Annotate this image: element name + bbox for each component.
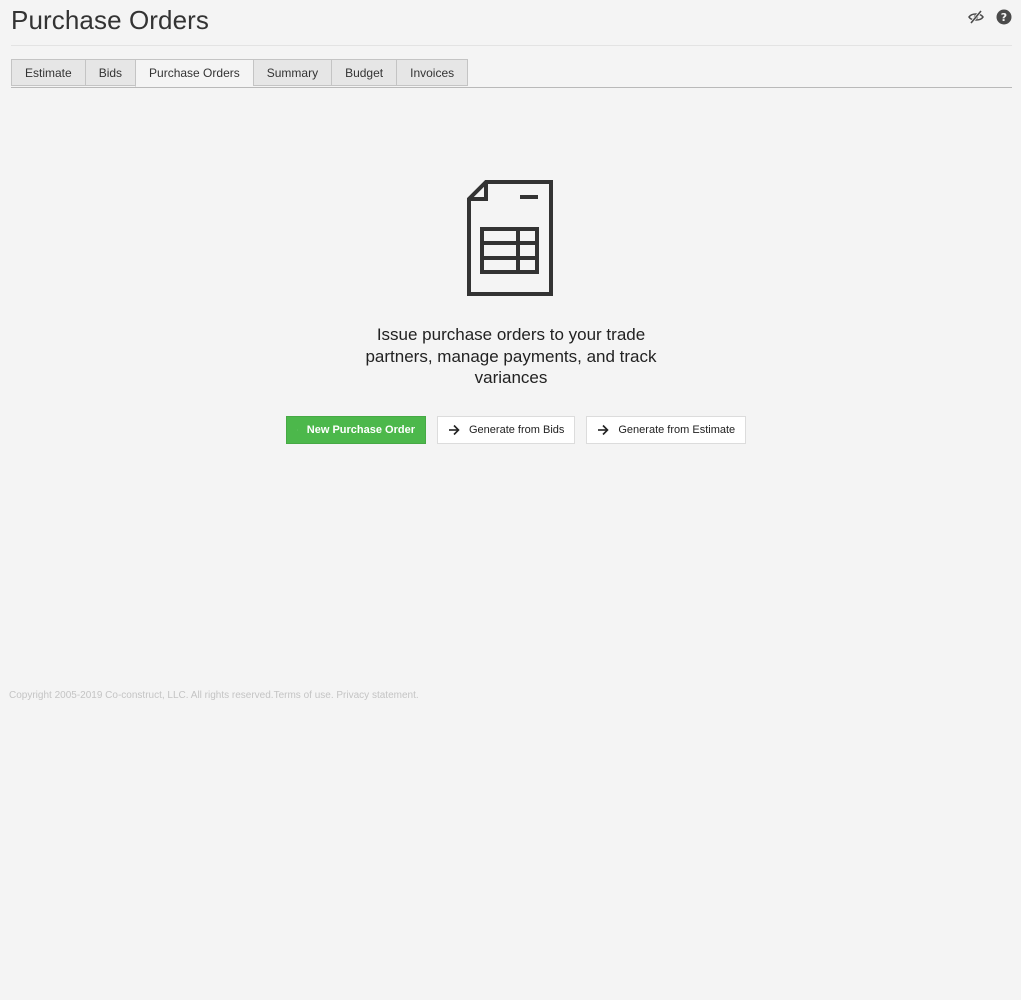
footer: Copyright 2005-2019 Co-construct, LLC. A… xyxy=(9,690,419,701)
tab-purchase-orders[interactable]: Purchase Orders xyxy=(135,59,253,87)
action-buttons: New Purchase Order Generate from Bids Ge… xyxy=(286,416,747,444)
page-title: Purchase Orders xyxy=(11,5,210,35)
header-actions: ? xyxy=(968,9,1012,25)
arrow-right-icon xyxy=(598,424,610,436)
arrow-right-icon xyxy=(449,424,460,436)
tab-estimate[interactable]: Estimate xyxy=(11,59,85,86)
plus-icon xyxy=(297,429,298,431)
generate-from-estimate-button[interactable]: Generate from Estimate xyxy=(586,416,747,444)
empty-state xyxy=(0,178,1021,298)
generate-from-estimate-label: Generate from Estimate xyxy=(618,424,736,436)
generate-from-bids-label: Generate from Bids xyxy=(469,424,565,436)
tab-invoices[interactable]: Invoices xyxy=(396,59,469,86)
terms-link[interactable]: Terms of use. xyxy=(274,690,334,701)
copyright-text: Copyright 2005-2019 Co-construct, LLC. A… xyxy=(9,690,274,701)
tab-bids[interactable]: Bids xyxy=(84,59,136,86)
document-table-icon xyxy=(466,180,553,296)
svg-text:?: ? xyxy=(1001,11,1007,24)
privacy-link[interactable]: Privacy statement. xyxy=(336,690,418,701)
tab-summary[interactable]: Summary xyxy=(252,59,332,86)
help-icon[interactable]: ? xyxy=(996,9,1012,25)
eye-slash-icon[interactable] xyxy=(968,9,984,25)
new-purchase-order-label: New Purchase Order xyxy=(306,424,415,436)
tab-bar: Estimate Bids Purchase Orders Summary Bu… xyxy=(11,59,1012,88)
tab-budget[interactable]: Budget xyxy=(331,59,397,86)
empty-state-message: Issue purchase orders to your trade part… xyxy=(365,325,657,387)
generate-from-bids-button[interactable]: Generate from Bids xyxy=(437,416,576,444)
new-purchase-order-button[interactable]: New Purchase Order xyxy=(286,416,426,444)
page-header: Purchase Orders ? xyxy=(11,0,1012,46)
